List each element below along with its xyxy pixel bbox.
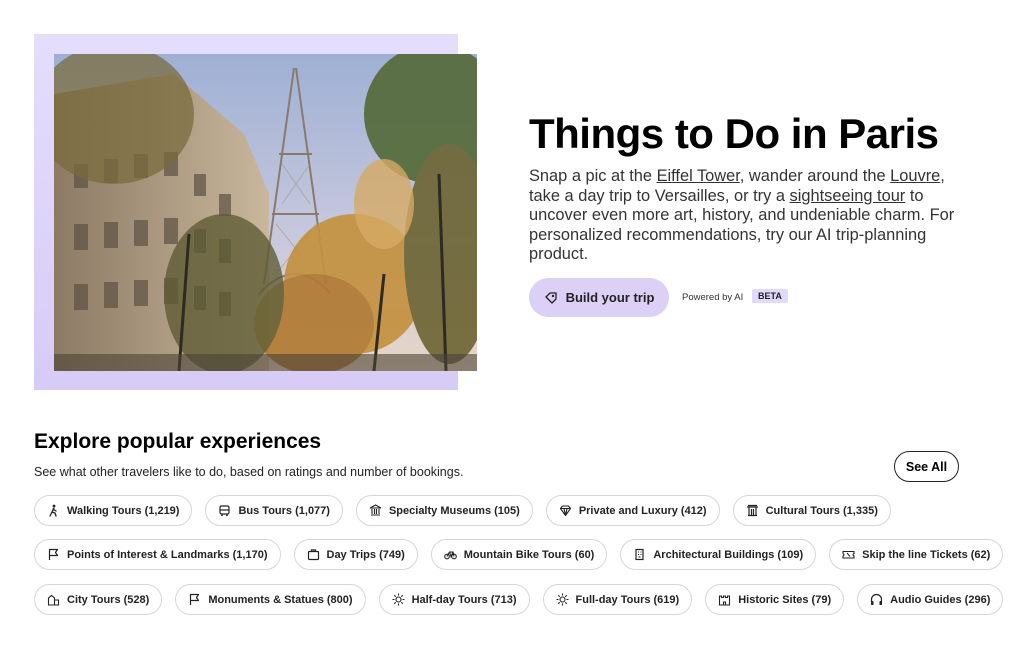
chip-label: Day Trips (749) (326, 548, 405, 561)
sun-icon (392, 593, 405, 606)
walking-icon (49, 504, 57, 517)
chip-bus-tours[interactable]: Bus Tours (1,077) (205, 495, 343, 526)
chip-label: Architectural Buildings (109) (653, 548, 804, 561)
chip-label: Private and Luxury (412) (578, 504, 707, 517)
ticket-icon (842, 550, 855, 559)
bike-icon (443, 551, 457, 560)
headphones-icon (871, 593, 883, 605)
link-eiffel-tower[interactable]: Eiffel Tower (657, 167, 740, 185)
chip-label: Walking Tours (1,219) (67, 504, 180, 517)
beta-badge: BETA (752, 289, 788, 303)
chip-architectural-buildings[interactable]: Architectural Buildings (109) (620, 539, 817, 570)
chip-label: Points of Interest & Landmarks (1,170) (67, 548, 268, 561)
chip-row-1: Walking Tours (1,219) Bus Tours (1,077) … (34, 495, 891, 526)
desc-text: , wander around the (739, 167, 891, 185)
chip-skip-the-line[interactable]: Skip the line Tickets (62) (829, 539, 1004, 570)
chip-points-of-interest[interactable]: Points of Interest & Landmarks (1,170) (34, 539, 281, 570)
chip-row-3: City Tours (528) Monuments & Statues (80… (34, 584, 1004, 615)
chip-label: City Tours (528) (67, 593, 150, 606)
city-icon (47, 594, 60, 606)
chip-label: Full-day Tours (619) (575, 593, 680, 606)
chip-historic-sites[interactable]: Historic Sites (79) (705, 584, 845, 615)
desc-text: Snap a pic at the (529, 167, 657, 185)
map-pin-tag-icon (544, 291, 557, 304)
chip-label: Skip the line Tickets (62) (862, 548, 991, 561)
chip-specialty-museums[interactable]: Specialty Museums (105) (355, 495, 533, 526)
hero-photo-eiffel-tower (54, 54, 477, 371)
chip-full-day-tours[interactable]: Full-day Tours (619) (542, 584, 693, 615)
chip-label: Half-day Tours (713) (411, 593, 517, 606)
chip-label: Cultural Tours (1,335) (765, 504, 878, 517)
page-title: Things to Do in Paris (529, 110, 939, 157)
chip-cultural-tours[interactable]: Cultural Tours (1,335) (732, 495, 891, 526)
chip-label: Monuments & Statues (800) (208, 593, 353, 606)
section-title: Explore popular experiences (34, 430, 322, 453)
chip-label: Audio Guides (296) (890, 593, 991, 606)
hero-description: Snap a pic at the Eiffel Tower, wander a… (529, 167, 969, 265)
temple-icon (746, 504, 758, 517)
chip-label: Mountain Bike Tours (60) (463, 548, 595, 561)
chip-private-and-luxury[interactable]: Private and Luxury (412) (545, 495, 720, 526)
flag-icon (48, 548, 59, 560)
chip-row-2: Points of Interest & Landmarks (1,170) D… (34, 539, 1004, 570)
link-sightseeing-tour[interactable]: sightseeing tour (790, 187, 906, 205)
chip-audio-guides[interactable]: Audio Guides (296) (857, 584, 1004, 615)
chip-walking-tours[interactable]: Walking Tours (1,219) (34, 495, 193, 526)
chip-mountain-bike-tours[interactable]: Mountain Bike Tours (60) (430, 539, 608, 570)
link-louvre[interactable]: Louvre (890, 167, 940, 185)
museum-icon (369, 504, 382, 516)
powered-by-ai-label: Powered by AI (682, 292, 744, 303)
chip-label: Specialty Museums (105) (388, 504, 520, 517)
bus-icon (219, 505, 231, 517)
chip-label: Historic Sites (79) (738, 593, 832, 606)
castle-icon (719, 595, 731, 606)
chip-monuments-statues[interactable]: Monuments & Statues (800) (175, 584, 366, 615)
building-icon (635, 548, 644, 561)
suitcase-icon (307, 549, 319, 561)
chip-label: Bus Tours (1,077) (238, 504, 330, 517)
chip-half-day-tours[interactable]: Half-day Tours (713) (378, 584, 530, 615)
flag-icon (190, 593, 200, 605)
build-your-trip-button[interactable]: Build your trip (529, 278, 669, 317)
chip-day-trips[interactable]: Day Trips (749) (293, 539, 418, 570)
sun-icon (556, 593, 568, 606)
chip-city-tours[interactable]: City Tours (528) (34, 584, 163, 615)
section-subtitle: See what other travelers like to do, bas… (34, 465, 464, 479)
diamond-icon (559, 505, 571, 517)
see-all-button[interactable]: See All (894, 451, 959, 482)
build-your-trip-label: Build your trip (565, 290, 655, 305)
